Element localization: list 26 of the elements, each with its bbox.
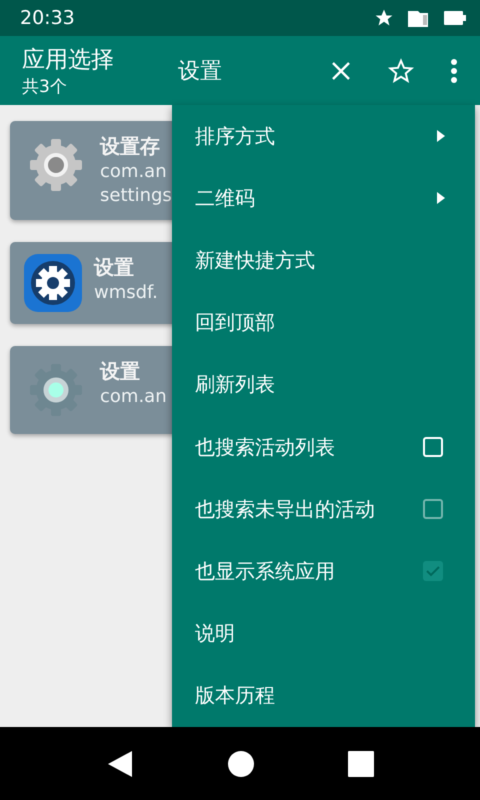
home-icon[interactable]	[226, 750, 255, 778]
submenu-arrow-icon	[437, 192, 445, 204]
menu-item[interactable]: 说明	[172, 602, 475, 665]
more-icon	[450, 58, 458, 84]
app-count: 共3个	[22, 76, 68, 98]
app-title: 应用选择	[22, 46, 115, 74]
package-name: settings	[100, 184, 172, 208]
back-icon[interactable]	[106, 748, 134, 778]
gear-icon	[24, 254, 82, 312]
recents-icon[interactable]	[348, 750, 374, 776]
app-name: 设置	[100, 358, 141, 385]
sd-card-icon	[408, 9, 430, 27]
package-name: com.an	[100, 160, 168, 184]
battery-icon	[444, 11, 466, 25]
package-name: com.an	[100, 385, 167, 409]
app-name: 设置存	[100, 133, 161, 160]
package-name: wmsdf.	[94, 281, 158, 305]
close-icon	[330, 60, 352, 82]
menu-item[interactable]: 版本历程	[172, 664, 475, 727]
star-icon	[388, 58, 414, 84]
star-icon	[374, 8, 394, 28]
submenu-arrow-icon	[437, 130, 445, 142]
clock: 20:33	[20, 7, 76, 29]
checkbox[interactable]	[423, 437, 443, 458]
app-name: 设置	[94, 254, 135, 281]
search-field[interactable]: 设置	[178, 56, 300, 86]
